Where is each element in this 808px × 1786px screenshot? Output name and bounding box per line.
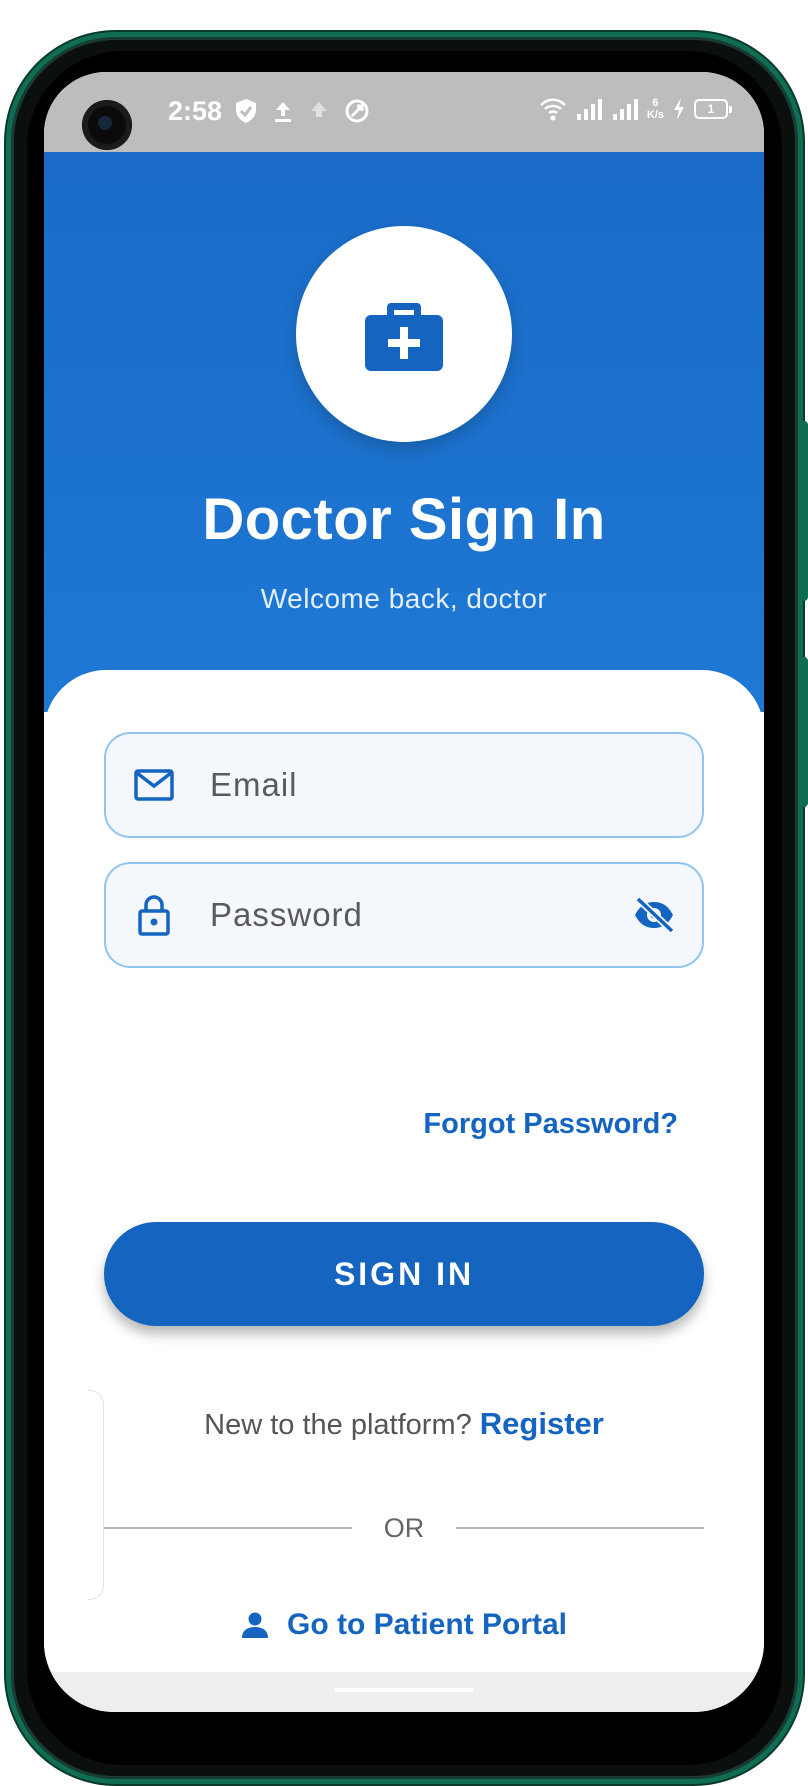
divider-line-right — [456, 1527, 704, 1529]
network-speed: 6 K/s — [647, 97, 664, 121]
divider-line-left — [104, 1527, 352, 1529]
register-row: New to the platform? Register — [44, 1406, 764, 1442]
network-speed-value: 6 — [652, 97, 659, 109]
status-time: 2:58 — [168, 96, 223, 126]
front-camera — [82, 100, 132, 150]
page-subtitle: Welcome back, doctor — [260, 583, 548, 614]
app-screen: 2:58 6 K/s 1 Doctor Sign In Welcome back… — [44, 72, 764, 1712]
system-status-icons: 6 K/s 1 — [539, 96, 732, 122]
charging-icon — [674, 98, 684, 120]
page-title: Doctor Sign In — [202, 487, 606, 552]
divider-label: OR — [383, 1512, 425, 1543]
register-prompt: New to the platform? — [204, 1409, 472, 1441]
sync-icon — [345, 99, 369, 123]
signal-icon — [576, 99, 602, 120]
floating-side-tab[interactable] — [88, 1390, 104, 1600]
forgot-password-link[interactable]: Forgot Password? — [423, 1108, 678, 1141]
medical-bag-icon — [365, 303, 443, 371]
home-indicator[interactable] — [334, 1688, 474, 1692]
eye-off-icon[interactable] — [630, 891, 678, 939]
password-field[interactable] — [104, 862, 704, 968]
volume-button — [800, 421, 808, 601]
signal-icon — [612, 99, 638, 120]
notification-icons — [234, 98, 370, 124]
status-bar: 2:58 6 K/s 1 — [44, 72, 764, 152]
lock-icon — [132, 893, 176, 937]
power-button — [800, 657, 808, 807]
person-icon — [241, 1612, 268, 1638]
email-input[interactable] — [208, 734, 608, 836]
wifi-icon — [539, 98, 566, 121]
battery-icon: 1 — [694, 99, 732, 119]
patient-portal-link[interactable]: Go to Patient Portal — [44, 1608, 764, 1642]
mail-icon — [132, 763, 176, 807]
password-input[interactable] — [208, 864, 608, 966]
upload-icon — [275, 102, 291, 122]
network-speed-unit: K/s — [646, 109, 664, 121]
gesture-nav-bar — [44, 1672, 764, 1712]
patient-portal-label: Go to Patient Portal — [286, 1608, 568, 1641]
sign-in-button[interactable]: SIGN IN — [104, 1222, 704, 1326]
app-logo — [296, 226, 512, 442]
shield-check-icon — [236, 99, 256, 123]
register-link[interactable]: Register — [480, 1406, 604, 1441]
or-divider: OR — [104, 1508, 704, 1548]
battery-level: 1 — [707, 102, 715, 116]
email-field[interactable] — [104, 732, 704, 838]
upload-icon — [311, 102, 327, 117]
